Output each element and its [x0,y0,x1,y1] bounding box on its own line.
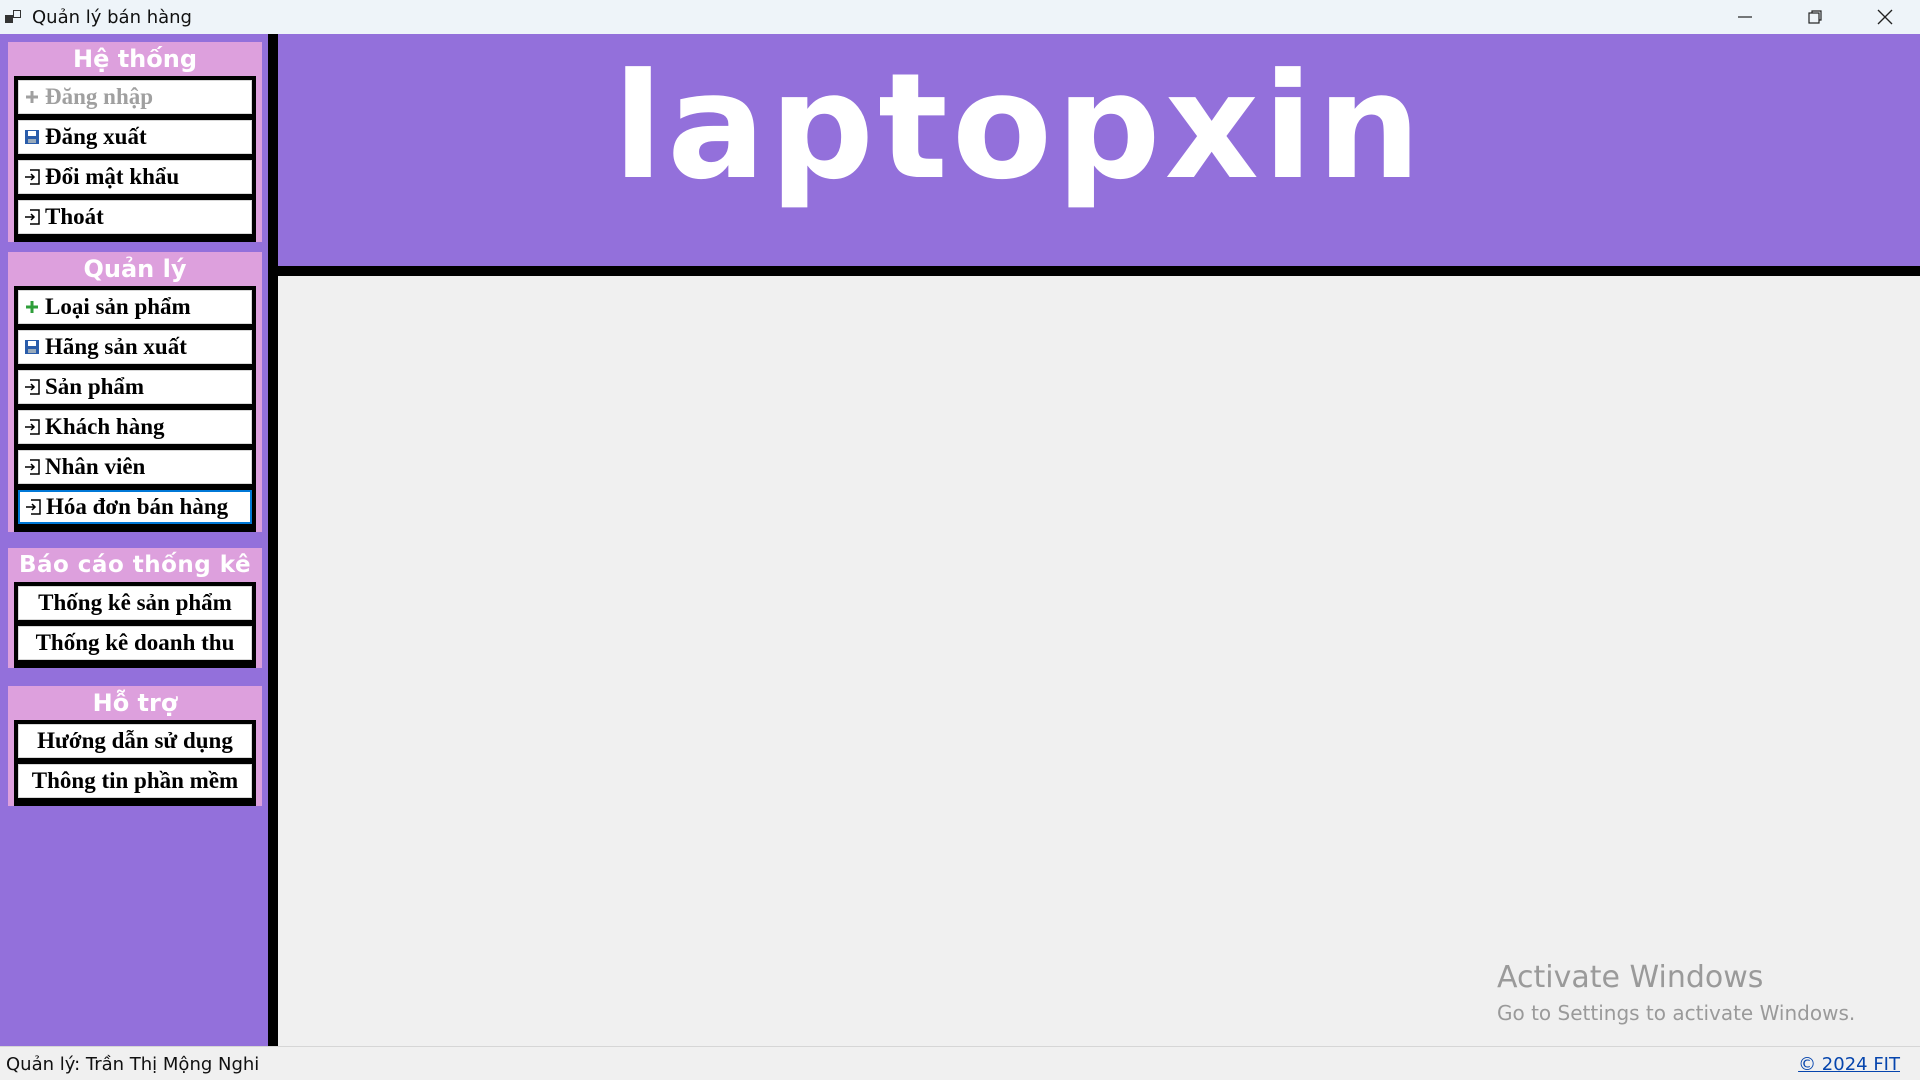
change-password-button-label: Đổi mật khẩu [45,164,180,189]
save-icon [23,128,41,146]
login-icon [23,208,41,226]
logo-text: laptopxin [613,42,1425,212]
user-guide-button[interactable]: Hướng dẫn sử dụng [18,724,252,758]
watermark-title: Activate Windows [1497,960,1764,995]
group-title-he-thong: Hệ thống [72,45,198,73]
product-stats-button-label: Thống kê sản phẩm [38,590,232,615]
group-title-bao-cao: Báo cáo thống kê [18,552,252,578]
customer-button-label: Khách hàng [45,414,165,439]
change-password-button[interactable]: Đổi mật khẩu [18,160,252,194]
status-bar: Quản lý: Trần Thị Mộng Nghi © 2024 FIT [0,1046,1920,1080]
software-info-button[interactable]: Thông tin phần mềm [18,764,252,798]
exit-button[interactable]: Thoát [18,200,252,234]
watermark-subtitle: Go to Settings to activate Windows. [1497,1001,1856,1025]
user-guide-button-label: Hướng dẫn sử dụng [37,728,233,753]
manufacturer-button[interactable]: Hãng sản xuất [18,330,252,364]
app-icon [5,10,21,23]
ho-tro-button-stack: Hướng dẫn sử dụng Thông tin phần mềm [14,720,256,806]
group-he-thong: Hệ thống Đăng nhập Đăng xuất Đổi mật khẩ… [8,42,262,242]
exit-button-label: Thoát [45,204,104,229]
minimize-button[interactable] [1710,0,1780,34]
customer-button[interactable]: Khách hàng [18,410,252,444]
revenue-stats-button[interactable]: Thống kê doanh thu [18,626,252,660]
product-button[interactable]: Sản phẩm [18,370,252,404]
login-icon [24,498,42,516]
copyright-link[interactable]: © 2024 FIT [1798,1054,1900,1075]
quan-ly-button-stack: Loại sản phẩm Hãng sản xuất Sản phẩm Khá… [14,286,256,532]
window-title: Quản lý bán hàng [32,6,192,28]
software-info-button-label: Thông tin phần mềm [31,768,239,793]
product-button-label: Sản phẩm [45,374,145,399]
bao-cao-button-stack: Thống kê sản phẩm Thống kê doanh thu [14,582,256,668]
login-icon [23,378,41,396]
product-type-button[interactable]: Loại sản phẩm [18,290,252,324]
group-bao-cao: Báo cáo thống kê Thống kê sản phẩm Thống… [8,548,262,668]
revenue-stats-button-label: Thống kê doanh thu [35,630,235,655]
plus-icon [23,298,41,316]
restore-icon [1808,10,1822,24]
login-button[interactable]: Đăng nhập [18,80,252,114]
sidebar: Hệ thống Đăng nhập Đăng xuất Đổi mật khẩ… [0,34,268,1046]
product-type-button-label: Loại sản phẩm [45,294,191,319]
minimize-icon [1738,16,1752,18]
group-title-ho-tro: Hỗ trợ [92,689,178,717]
sales-invoice-button-label: Hóa đơn bán hàng [46,494,229,519]
employee-button-label: Nhân viên [45,454,146,479]
plus-icon [23,88,41,106]
activate-windows-watermark: Activate Windows Go to Settings to activ… [1497,960,1855,1025]
close-button[interactable] [1850,0,1920,34]
login-icon [23,458,41,476]
logout-button-label: Đăng xuất [45,124,147,149]
group-ho-tro: Hỗ trợ Hướng dẫn sử dụng Thông tin phần … [8,686,262,806]
manufacturer-button-label: Hãng sản xuất [45,334,187,359]
sales-invoice-button[interactable]: Hóa đơn bán hàng [18,490,252,524]
group-quan-ly: Quản lý Loại sản phẩm Hãng sản xuất Sản … [8,252,262,532]
main-content-area [278,276,1920,1046]
login-icon [23,168,41,186]
vertical-divider [268,34,278,1046]
product-stats-button[interactable]: Thống kê sản phẩm [18,586,252,620]
close-icon [1877,9,1893,25]
title-bar: Quản lý bán hàng [0,0,1920,34]
login-icon [23,418,41,436]
window-controls [1710,0,1920,34]
restore-button[interactable] [1780,0,1850,34]
header-banner: laptopxin [278,34,1920,266]
logout-button[interactable]: Đăng xuất [18,120,252,154]
manager-label: Quản lý: Trần Thị Mộng Nghi [6,1054,260,1075]
group-title-quan-ly: Quản lý [83,255,187,283]
save-icon [23,338,41,356]
employee-button[interactable]: Nhân viên [18,450,252,484]
horizontal-divider [278,266,1920,276]
he-thong-button-stack: Đăng nhập Đăng xuất Đổi mật khẩu Thoát [14,76,256,242]
login-button-label: Đăng nhập [45,84,154,109]
